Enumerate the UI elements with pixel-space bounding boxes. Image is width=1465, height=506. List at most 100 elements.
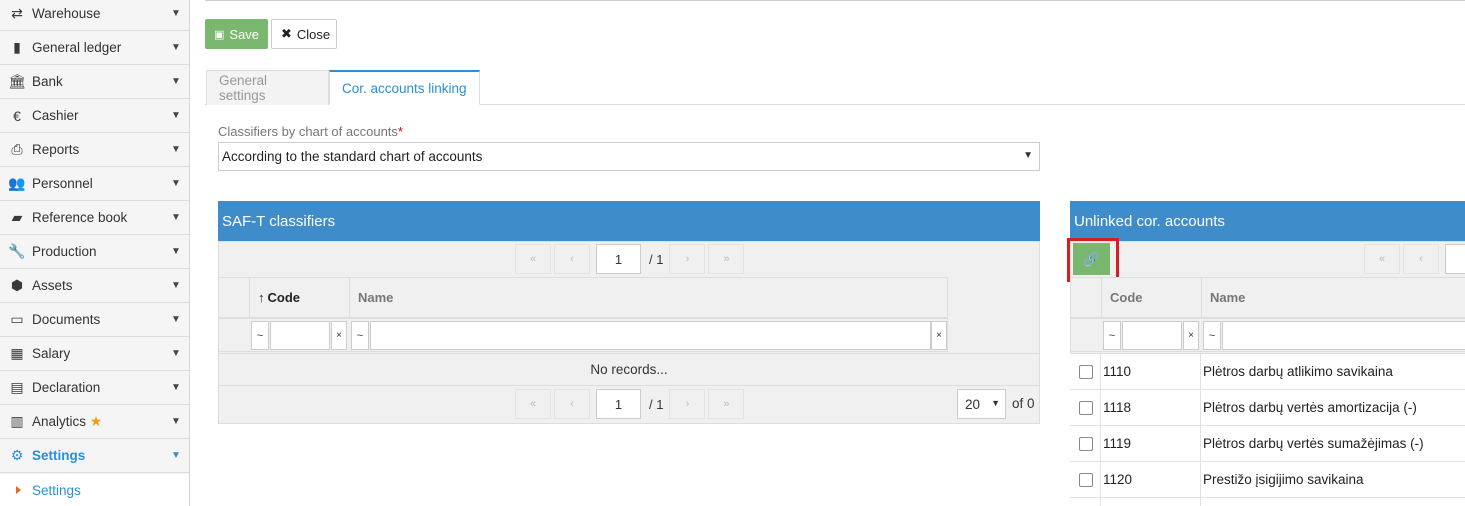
file-text-icon: ▤ bbox=[10, 379, 24, 395]
printer-icon: ⎙ bbox=[11, 141, 23, 157]
prev-page-icon[interactable]: ‹ bbox=[554, 244, 590, 274]
save-button[interactable]: ▣ Save bbox=[205, 19, 268, 49]
last-page-icon[interactable]: » bbox=[708, 244, 745, 274]
sidebar-item-cashier[interactable]: € Cashier ▼ bbox=[0, 99, 189, 133]
code-filter-operator[interactable]: ~ bbox=[1103, 321, 1121, 350]
sidebar-item-label: Analytics bbox=[32, 414, 87, 429]
table-row[interactable]: 1110 Plėtros darbų atlikimo savikaina bbox=[1070, 354, 1465, 390]
column-divider bbox=[1200, 354, 1201, 506]
sidebar-item-personnel[interactable]: 👥 Personnel ▼ bbox=[0, 167, 189, 201]
code-column-header[interactable]: Code bbox=[1102, 278, 1202, 317]
select-column-header bbox=[1071, 278, 1102, 317]
saft-grid-header: ↑ Code Name bbox=[218, 277, 948, 318]
tab-cor-accounts-linking[interactable]: Cor. accounts linking bbox=[329, 70, 480, 105]
code-filter-clear[interactable]: × bbox=[1183, 321, 1199, 350]
chevron-down-icon: ▼ bbox=[171, 450, 181, 461]
chevron-down-icon: ▼ bbox=[991, 398, 1000, 408]
row-checkbox[interactable] bbox=[1079, 436, 1093, 451]
sort-asc-icon: ↑ bbox=[258, 290, 265, 305]
prev-page-icon[interactable]: ‹ bbox=[1403, 244, 1439, 274]
page-number-input[interactable] bbox=[1445, 244, 1465, 274]
code-filter-input[interactable] bbox=[1122, 321, 1182, 350]
folder-open-icon: ▰ bbox=[11, 209, 23, 225]
row-checkbox[interactable] bbox=[1079, 400, 1093, 415]
name-column-header[interactable]: Name bbox=[1202, 278, 1465, 317]
users-icon: 👥 bbox=[8, 175, 26, 191]
sidebar-item-analytics[interactable]: ▥ Analytics ★ ▼ bbox=[0, 405, 189, 439]
page-total: / 1 bbox=[649, 251, 664, 267]
first-page-icon[interactable]: « bbox=[515, 244, 551, 274]
bar-chart-icon: ▥ bbox=[10, 413, 24, 429]
sidebar-subitem-settings[interactable]: Settings bbox=[0, 474, 189, 506]
saft-panel-title: SAF-T classifiers bbox=[218, 201, 1040, 241]
classifier-field-label: Classifiers by chart of accounts* bbox=[218, 124, 403, 139]
table-icon: ▦ bbox=[10, 345, 24, 361]
code-column-header[interactable]: ↑ Code bbox=[250, 278, 350, 317]
sidebar-item-reference-book[interactable]: ▰ Reference book ▼ bbox=[0, 201, 189, 235]
last-page-icon[interactable]: » bbox=[708, 389, 745, 419]
next-page-icon[interactable]: › bbox=[669, 244, 706, 274]
sidebar-item-settings[interactable]: ⚙ Settings ▼ bbox=[0, 439, 189, 473]
arrows-exchange-icon: ⇄ bbox=[11, 5, 23, 21]
sidebar-item-assets[interactable]: ⬢ Assets ▼ bbox=[0, 269, 189, 303]
page-number-input[interactable]: 1 bbox=[596, 389, 641, 419]
select-column-header bbox=[219, 278, 250, 317]
chevron-down-icon: ▼ bbox=[171, 246, 181, 257]
star-icon: ★ bbox=[89, 413, 103, 429]
page-size-select[interactable]: 20 ▼ bbox=[957, 389, 1006, 419]
code-filter-operator[interactable]: ~ bbox=[251, 321, 269, 350]
close-button[interactable]: ✖ Close bbox=[271, 19, 337, 49]
chevron-down-icon: ▼ bbox=[171, 8, 181, 19]
table-row[interactable]: 1118 Plėtros darbų vertės amortizacija (… bbox=[1070, 390, 1465, 426]
name-column-header[interactable]: Name bbox=[350, 278, 947, 317]
chevron-down-icon: ▼ bbox=[171, 416, 181, 427]
prev-page-icon[interactable]: ‹ bbox=[554, 389, 590, 419]
page-number-input[interactable]: 1 bbox=[596, 244, 641, 274]
sidebar-item-production[interactable]: 🔧 Production ▼ bbox=[0, 235, 189, 269]
sidebar-item-documents[interactable]: ▭ Documents ▼ bbox=[0, 303, 189, 337]
wrench-icon: 🔧 bbox=[8, 243, 26, 259]
column-divider bbox=[1100, 354, 1101, 506]
table-row[interactable]: 1119 Plėtros darbų vertės sumažėjimas (-… bbox=[1070, 426, 1465, 462]
name-filter-operator[interactable]: ~ bbox=[1203, 321, 1221, 350]
sidebar-item-warehouse[interactable]: ⇄ Warehouse ▼ bbox=[0, 0, 189, 31]
chevron-down-icon: ▼ bbox=[171, 212, 181, 223]
sidebar-item-reports[interactable]: ⎙ Reports ▼ bbox=[0, 133, 189, 167]
saft-top-pager: « ‹ 1 / 1 › » bbox=[515, 243, 745, 275]
chevron-down-icon: ▼ bbox=[171, 348, 181, 359]
sidebar-item-declaration[interactable]: ▤ Declaration ▼ bbox=[0, 371, 189, 405]
code-filter-input[interactable] bbox=[270, 321, 330, 350]
close-icon: ✖ bbox=[281, 26, 292, 41]
row-checkbox[interactable] bbox=[1079, 472, 1093, 487]
chevron-down-icon: ▼ bbox=[171, 110, 181, 121]
unlinked-panel-title: Unlinked cor. accounts bbox=[1070, 201, 1465, 241]
sidebar-item-bank[interactable]: 🏛 Bank ▼ bbox=[0, 65, 189, 99]
next-page-icon[interactable]: › bbox=[669, 389, 706, 419]
chevron-down-icon: ▼ bbox=[171, 76, 181, 87]
unlinked-grid-header: Code Name bbox=[1070, 277, 1465, 318]
name-filter-input[interactable] bbox=[1222, 321, 1465, 350]
name-filter-input[interactable] bbox=[370, 321, 931, 350]
sidebar-item-general-ledger[interactable]: ▮ General ledger ▼ bbox=[0, 31, 189, 65]
row-checkbox[interactable] bbox=[1079, 364, 1093, 379]
unlinked-top-pager: « ‹ bbox=[1364, 243, 1465, 275]
chevron-down-icon: ▼ bbox=[171, 178, 181, 189]
required-mark: * bbox=[397, 124, 403, 139]
name-filter-clear[interactable]: × bbox=[931, 321, 947, 350]
sidebar-item-salary[interactable]: ▦ Salary ▼ bbox=[0, 337, 189, 371]
tab-general-settings[interactable]: General settings bbox=[206, 70, 329, 105]
name-filter-operator[interactable]: ~ bbox=[351, 321, 369, 350]
euro-icon: € bbox=[13, 107, 21, 124]
cube-icon: ⬢ bbox=[10, 277, 24, 293]
table-row[interactable]: 1120 Prestižo įsigijimo savikaina bbox=[1070, 462, 1465, 498]
first-page-icon[interactable]: « bbox=[1364, 244, 1400, 274]
records-total: of 0 bbox=[1012, 396, 1035, 411]
first-page-icon[interactable]: « bbox=[515, 389, 551, 419]
chevron-down-icon: ▼ bbox=[171, 42, 181, 53]
code-filter-clear[interactable]: × bbox=[331, 321, 347, 350]
gears-icon: ⚙ bbox=[10, 447, 24, 463]
inbox-icon: ▭ bbox=[10, 311, 24, 327]
caret-right-icon bbox=[16, 486, 21, 494]
chevron-down-icon: ▼ bbox=[171, 280, 181, 291]
classifier-select[interactable]: According to the standard chart of accou… bbox=[218, 142, 1040, 171]
